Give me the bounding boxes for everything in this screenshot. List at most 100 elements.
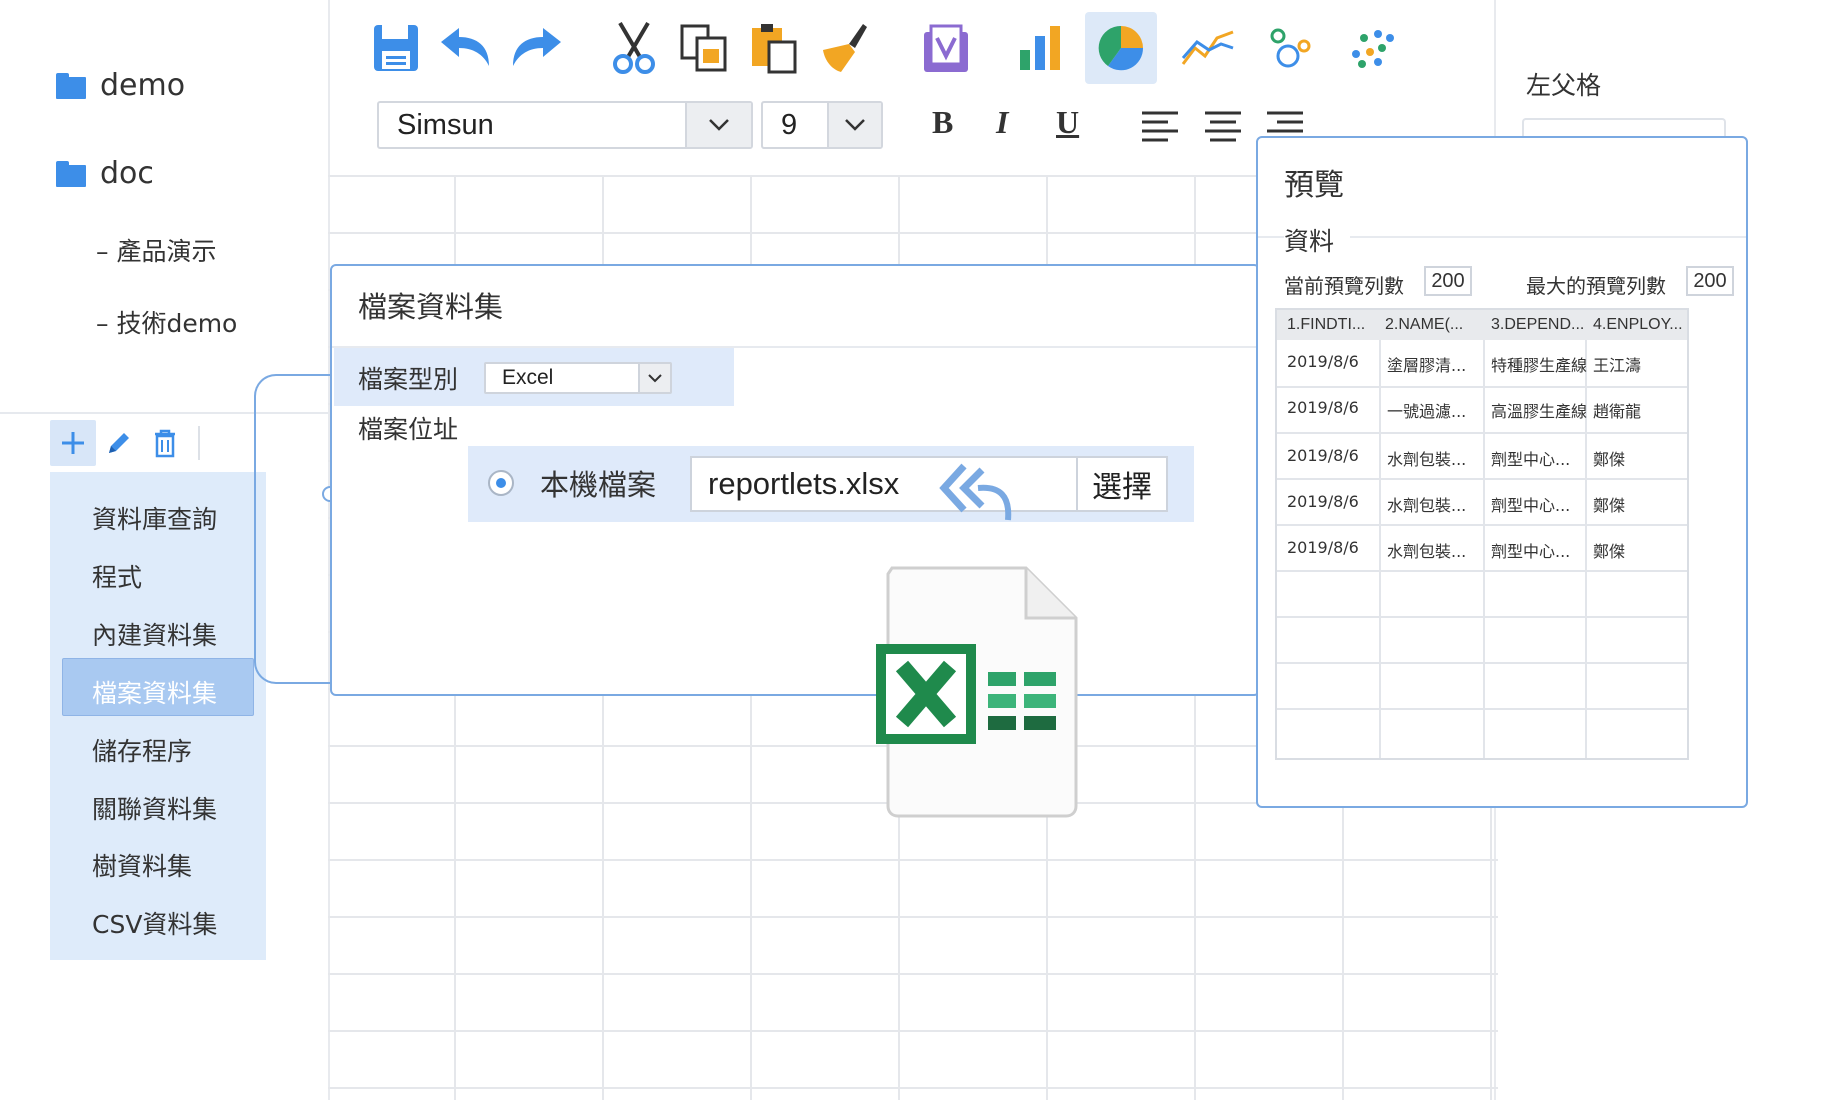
paste-button[interactable] (746, 18, 802, 78)
font-size-select[interactable]: 9 (761, 101, 883, 149)
copy-icon (680, 24, 727, 72)
pencil-icon (109, 433, 129, 453)
table-cell: 鄭傑 (1593, 496, 1626, 515)
copy-button[interactable] (676, 18, 732, 78)
choose-file-button[interactable]: 選擇 (1078, 456, 1168, 512)
tree-folder-demo[interactable]: demo (56, 68, 185, 103)
excel-file-icon (876, 566, 1078, 818)
chevron-down-icon (638, 364, 670, 392)
table-cell: 劑型中心... (1491, 496, 1571, 515)
pie-chart-button[interactable] (1093, 18, 1149, 78)
align-center-button[interactable] (1203, 110, 1243, 148)
folder-icon (56, 72, 86, 99)
table-cell: 劑型中心... (1491, 542, 1571, 561)
font-family-value: Simsun (397, 109, 494, 141)
max-rows-label: 最大的預覽列數 (1526, 274, 1666, 298)
grid-line (1379, 340, 1381, 758)
delete-dataset-button[interactable] (142, 420, 188, 466)
scatter-chart-button[interactable] (1344, 18, 1400, 78)
grid-line (1277, 432, 1687, 434)
table-cell: 王江濤 (1593, 356, 1642, 375)
bubble-chart-button[interactable] (1262, 18, 1318, 78)
menu-item[interactable]: 程式 (92, 558, 142, 594)
format-brush-button[interactable] (816, 18, 872, 78)
column-header[interactable]: 2.NAME(... (1385, 316, 1477, 334)
preview-panel: 預覽 資料 當前預覽列數 200 最大的預覽列數 200 1.FINDTI...… (1256, 136, 1748, 808)
pie-chart-icon (1098, 25, 1144, 71)
scatter-chart-icon (1352, 30, 1394, 68)
table-cell: 2019/8/6 (1287, 352, 1359, 371)
template-button[interactable] (918, 18, 974, 78)
local-file-label: 本機檔案 (540, 468, 657, 502)
table-cell: 水劑包裝... (1387, 496, 1467, 515)
bar-chart-icon (1020, 26, 1060, 70)
line-chart-button[interactable] (1180, 18, 1236, 78)
table-cell: 劑型中心... (1491, 450, 1571, 469)
edit-dataset-button[interactable] (96, 420, 142, 466)
grid-line (1277, 570, 1687, 572)
table-cell: 鄭傑 (1593, 450, 1626, 469)
underline-button[interactable]: U (1056, 104, 1079, 141)
table-cell: 2019/8/6 (1287, 446, 1359, 465)
preview-table: 1.FINDTI... 2.NAME(... 3.DEPEND... 4.ENP… (1275, 308, 1689, 760)
menu-item[interactable]: 內建資料集 (92, 616, 217, 652)
menu-item[interactable]: CSV資料集 (92, 905, 217, 941)
folder-icon (56, 160, 86, 187)
current-rows-input[interactable]: 200 (1424, 266, 1472, 296)
menu-item[interactable]: 資料庫查詢 (92, 500, 217, 536)
table-cell: 2019/8/6 (1287, 398, 1359, 417)
column-header[interactable]: 4.ENPLOY... (1593, 316, 1685, 334)
add-dataset-button[interactable] (50, 420, 96, 466)
file-path-value: reportlets.xlsx (708, 466, 900, 501)
file-type-select[interactable]: Excel (484, 362, 672, 394)
font-size-value: 9 (781, 109, 798, 141)
template-icon (924, 24, 968, 72)
italic-button[interactable]: I (996, 104, 1008, 141)
save-icon (374, 25, 418, 71)
table-cell: 水劑包裝... (1387, 450, 1467, 469)
menu-item[interactable]: 儲存程序 (92, 732, 192, 768)
dataset-type-menu: 資料庫查詢 程式 內建資料集 檔案資料集 儲存程序 關聯資料集 樹資料集 CSV… (50, 472, 266, 960)
bubble-chart-icon (1270, 28, 1311, 68)
table-cell: 2019/8/6 (1287, 492, 1359, 511)
table-cell: 高溫膠生產線 (1491, 402, 1588, 421)
grid-line (1277, 386, 1687, 388)
align-left-button[interactable] (1140, 110, 1180, 148)
chevron-down-icon (685, 103, 751, 147)
max-rows-input[interactable]: 200 (1686, 266, 1734, 296)
save-button[interactable] (368, 18, 424, 78)
separator (198, 426, 200, 460)
font-family-select[interactable]: Simsun (377, 101, 753, 149)
grid-line (1277, 662, 1687, 664)
preview-section-label: 資料 (1284, 222, 1351, 258)
tree-folder-label: demo (100, 68, 186, 103)
column-header[interactable]: 1.FINDTI... (1287, 316, 1379, 334)
grid-line (1277, 524, 1687, 526)
column-header[interactable]: 3.DEPEND... (1491, 316, 1584, 334)
table-cell: 特種膠生產線 (1491, 356, 1588, 375)
file-type-label: 檔案型別 (358, 365, 459, 394)
menu-item-selected[interactable]: 檔案資料集 (92, 674, 217, 710)
align-left-icon (1142, 111, 1178, 142)
cut-icon (613, 21, 655, 74)
redo-icon (513, 28, 561, 66)
tree-item-tech-demo[interactable]: – 技術demo (96, 304, 237, 340)
cut-button[interactable] (606, 18, 662, 78)
local-file-radio[interactable] (488, 470, 514, 496)
undo-button[interactable] (438, 18, 494, 78)
menu-item[interactable]: 關聯資料集 (92, 790, 217, 826)
preview-title: 預覽 (1284, 168, 1344, 203)
bold-button[interactable]: B (932, 104, 953, 141)
menu-item[interactable]: 樹資料集 (92, 847, 192, 883)
file-path-input[interactable]: reportlets.xlsx (690, 456, 1078, 512)
tree-item-product-demo[interactable]: – 產品演示 (96, 232, 216, 268)
redo-button[interactable] (508, 18, 564, 78)
align-center-icon (1205, 111, 1241, 142)
connector-line (254, 374, 330, 684)
file-location-row: 本機檔案 reportlets.xlsx 選擇 (468, 446, 1194, 522)
right-panel-title: 左父格 (1526, 71, 1602, 100)
trash-icon (155, 429, 175, 458)
tree-folder-doc[interactable]: doc (56, 156, 154, 191)
table-cell: 鄭傑 (1593, 542, 1626, 561)
bar-chart-button[interactable] (1014, 18, 1070, 78)
